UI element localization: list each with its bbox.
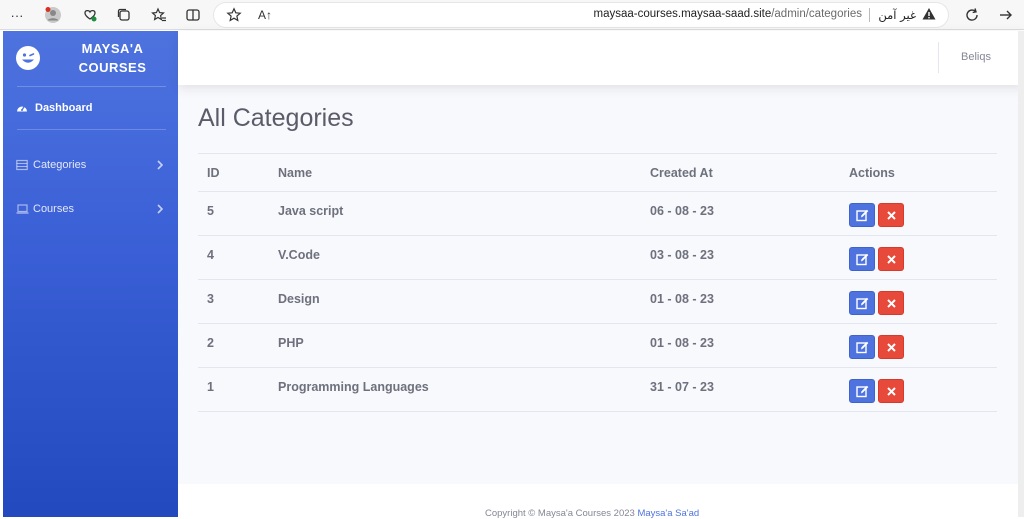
cell-name: Programming Languages [278, 380, 429, 394]
profile-avatar-icon[interactable] [42, 4, 64, 26]
cell-created-at: 01 - 08 - 23 [650, 336, 714, 350]
url-separator [869, 8, 870, 22]
more-options-icon[interactable]: ··· [6, 4, 28, 26]
cell-id: 2 [207, 336, 214, 350]
column-header-created-at: Created At [650, 166, 713, 180]
topbar: Beliqs [178, 31, 1024, 85]
read-aloud-icon[interactable]: A↑ [254, 4, 276, 26]
extension-icon[interactable] [79, 4, 101, 26]
column-header-actions: Actions [849, 166, 895, 180]
cell-name: V.Code [278, 248, 320, 262]
sidebar-item-label: Categories [33, 159, 87, 171]
close-icon [886, 254, 896, 264]
copyright-label: Copyright © Maysa'a Courses 2023 [485, 508, 638, 519]
cell-id: 1 [207, 380, 214, 394]
cell-name: PHP [278, 336, 304, 350]
laugh-wink-icon [16, 46, 40, 70]
table-row: 4 V.Code 03 - 08 - 23 [198, 236, 997, 280]
laptop-icon [16, 203, 29, 215]
close-icon [886, 386, 896, 396]
brand-line-2: COURSES [78, 60, 147, 75]
cell-created-at: 31 - 07 - 23 [650, 380, 714, 394]
address-bar[interactable]: A↑ maysaa-courses.maysaa-saad.site/admin… [214, 3, 948, 27]
brand-line-1: MAYSA'A [81, 41, 144, 56]
chevron-right-icon [156, 203, 164, 215]
tachometer-icon [16, 102, 28, 114]
brand[interactable]: MAYSA'A COURSES [3, 31, 178, 86]
refresh-icon[interactable] [961, 4, 983, 26]
delete-button[interactable] [878, 247, 904, 271]
cell-created-at: 03 - 08 - 23 [650, 248, 714, 262]
cell-id: 5 [207, 204, 214, 218]
table-header: ID Name Created At Actions [198, 153, 997, 192]
table-row: 2 PHP 01 - 08 - 23 [198, 324, 997, 368]
edit-button[interactable] [849, 291, 875, 315]
author-link[interactable]: Maysa'a Sa'ad [637, 508, 699, 519]
edit-icon [855, 341, 868, 353]
sidebar: MAYSA'A COURSES Dashboard Categories Cou… [3, 31, 178, 517]
url-text[interactable]: maysaa-courses.maysaa-saad.site/admin/ca… [594, 8, 862, 20]
cell-name: Java script [278, 204, 344, 218]
footer: Copyright © Maysa'a Courses 2023 Maysa'a… [178, 484, 1018, 519]
sidebar-item-label: Dashboard [35, 102, 93, 114]
close-icon [886, 298, 896, 308]
sidebar-divider [17, 129, 166, 130]
cell-created-at: 06 - 08 - 23 [650, 204, 714, 218]
column-header-name: Name [278, 166, 313, 180]
cell-created-at: 01 - 08 - 23 [650, 292, 714, 306]
edit-icon [855, 297, 868, 309]
favorite-star-icon[interactable] [223, 4, 245, 26]
split-screen-icon[interactable] [182, 4, 204, 26]
edit-button[interactable] [849, 335, 875, 359]
cell-name: Design [278, 292, 320, 306]
forward-icon[interactable] [995, 4, 1017, 26]
cell-id: 3 [207, 292, 214, 306]
table-row: 5 Java script 06 - 08 - 23 [198, 192, 997, 236]
browser-toolbar: ··· A↑ maysaa-courses.maysaa-saad.site/a… [0, 0, 1024, 30]
page-title: All Categories [198, 104, 354, 132]
warning-icon[interactable] [922, 7, 936, 26]
sidebar-item-label: Courses [33, 203, 74, 215]
page-scrollbar[interactable] [1018, 31, 1024, 517]
brand-name: MAYSA'A COURSES [55, 39, 170, 77]
close-icon [886, 342, 896, 352]
table-icon [16, 159, 28, 171]
cell-id: 4 [207, 248, 214, 262]
edit-icon [855, 385, 868, 397]
url-host: maysaa-courses.maysaa-saad.site [593, 8, 772, 20]
topbar-divider [938, 42, 939, 73]
chevron-right-icon [156, 159, 164, 171]
close-icon [886, 210, 896, 220]
favorites-list-icon[interactable] [148, 4, 170, 26]
user-name[interactable]: Beliqs [961, 51, 991, 63]
delete-button[interactable] [878, 291, 904, 315]
delete-button[interactable] [878, 379, 904, 403]
sidebar-divider [17, 86, 166, 87]
table-row: 1 Programming Languages 31 - 07 - 23 [198, 368, 997, 412]
column-header-id: ID [207, 166, 220, 180]
edit-icon [855, 253, 868, 265]
sidebar-item-categories[interactable]: Categories [3, 153, 178, 177]
sidebar-item-dashboard[interactable]: Dashboard [3, 96, 178, 120]
security-status-label[interactable]: غير آمن [878, 8, 916, 22]
edit-button[interactable] [849, 203, 875, 227]
delete-button[interactable] [878, 203, 904, 227]
copyright-text: Copyright © Maysa'a Courses 2023 Maysa'a… [485, 508, 699, 519]
tab-collections-icon[interactable] [113, 4, 135, 26]
main-content: Beliqs All Categories ID Name Created At… [178, 31, 1024, 519]
edit-icon [855, 209, 868, 221]
edit-button[interactable] [849, 379, 875, 403]
table-row: 3 Design 01 - 08 - 23 [198, 280, 997, 324]
url-path: /admin/categories [771, 8, 862, 20]
sidebar-item-courses[interactable]: Courses [3, 197, 178, 221]
delete-button[interactable] [878, 335, 904, 359]
edit-button[interactable] [849, 247, 875, 271]
